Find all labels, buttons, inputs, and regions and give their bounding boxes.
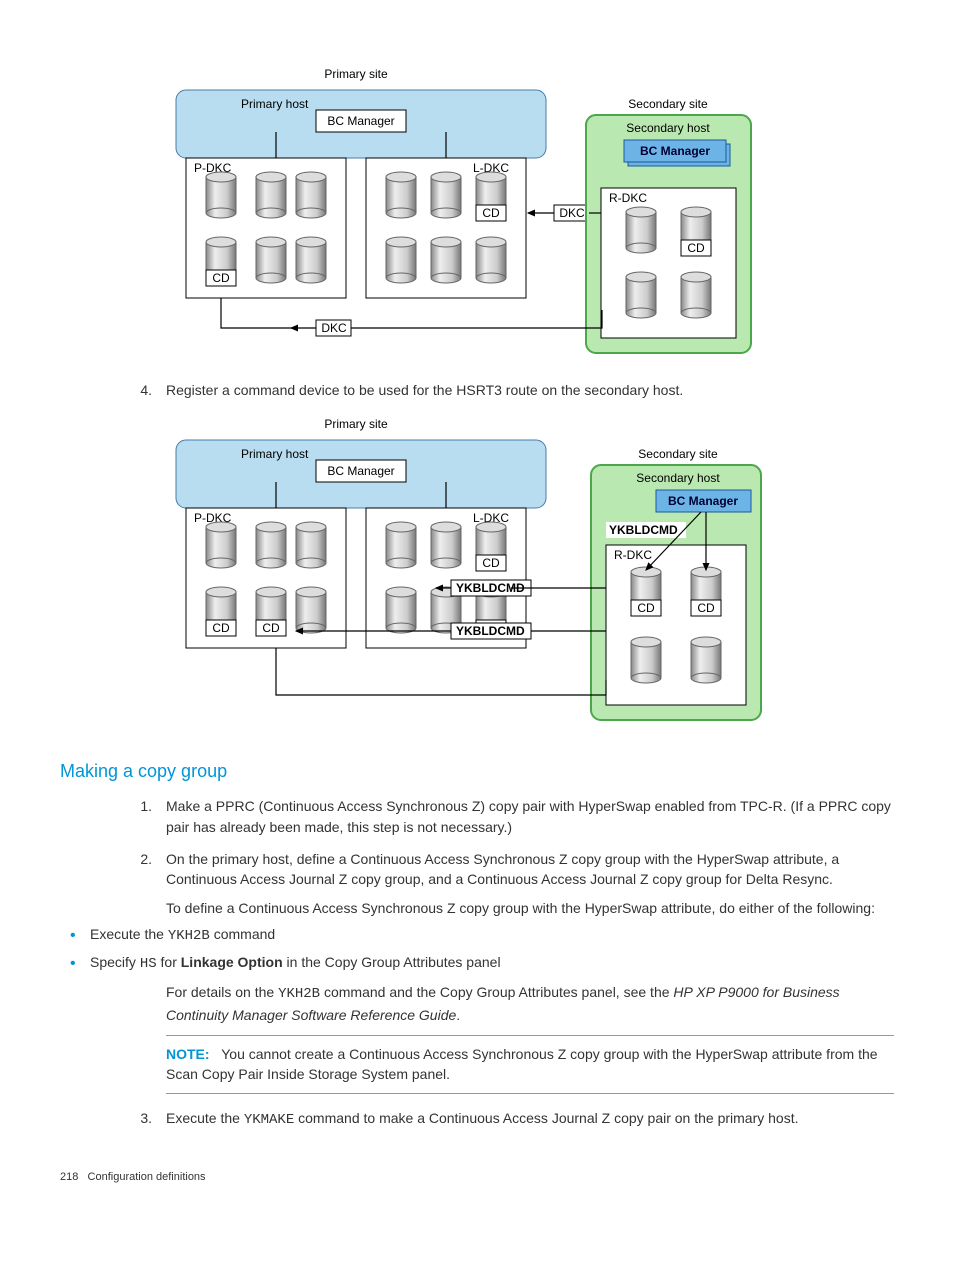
list-item-1: 1. Make a PPRC (Continuous Access Synchr… xyxy=(120,796,894,837)
list-3-text: Execute the YKMAKE command to make a Con… xyxy=(166,1108,894,1130)
note-box: NOTE: You cannot create a Continuous Acc… xyxy=(166,1035,894,1094)
bc-manager-primary: BC Manager xyxy=(327,114,394,128)
list-2-num: 2. xyxy=(120,849,166,890)
secondary-host-label: Secondary host xyxy=(626,121,710,135)
secondary-site-label-2: Secondary site xyxy=(638,447,718,461)
primary-site-label-2: Primary site xyxy=(324,417,388,431)
list-1-text: Make a PPRC (Continuous Access Synchrono… xyxy=(166,796,894,837)
cd-l1: CD xyxy=(482,556,500,570)
section-heading: Making a copy group xyxy=(60,758,894,784)
list-3-num: 3. xyxy=(120,1108,166,1130)
cd-p2: CD xyxy=(262,621,280,635)
step-4: 4. Register a command device to be used … xyxy=(120,380,894,400)
bullet-2: Specify HS for Linkage Option in the Cop… xyxy=(60,952,894,974)
bullet-1: Execute the YKH2B command xyxy=(60,924,894,946)
step-4-text: Register a command device to be used for… xyxy=(166,380,894,400)
rdkc-label: R-DKC xyxy=(609,191,647,205)
bc-manager-primary-2: BC Manager xyxy=(327,464,394,478)
primary-host-label: Primary host xyxy=(241,97,309,111)
step-4-number: 4. xyxy=(120,380,166,400)
secondary-host-label-2: Secondary host xyxy=(636,471,720,485)
figure-2: Primary site Primary host BC Manager P-D… xyxy=(166,410,894,730)
cd-label-3: CD xyxy=(687,241,705,255)
rdkc-label-2: R-DKC xyxy=(614,548,652,562)
bc-manager-secondary: BC Manager xyxy=(640,144,710,158)
list-2-para: To define a Continuous Access Synchronou… xyxy=(166,898,894,918)
diagram-2: Primary site Primary host BC Manager P-D… xyxy=(166,410,766,730)
cd-r2: CD xyxy=(697,601,715,615)
ykbldcmd-3: YKBLDCMD xyxy=(456,624,525,638)
footer-title: Configuration definitions xyxy=(88,1171,206,1183)
list-2-text: On the primary host, define a Continuous… xyxy=(166,849,894,890)
page-number: 218 xyxy=(60,1171,78,1183)
figure-1: Primary site Primary host BC Manager P-D… xyxy=(166,60,894,360)
diagram-1: Primary site Primary host BC Manager P-D… xyxy=(166,60,756,360)
ykbldcmd-1: YKBLDCMD xyxy=(609,523,678,537)
list-item-3: 3. Execute the YKMAKE command to make a … xyxy=(120,1108,894,1130)
details-para: For details on the YKH2B command and the… xyxy=(166,982,894,1025)
bc-manager-secondary-2: BC Manager xyxy=(668,494,738,508)
footer: 218 Configuration definitions xyxy=(60,1170,894,1186)
secondary-site-label: Secondary site xyxy=(628,97,708,111)
cd-label-1: CD xyxy=(212,271,230,285)
dkc-label-2: DKC xyxy=(321,321,347,335)
dkc-label-1: DKC xyxy=(559,206,585,220)
cd-label-2: CD xyxy=(482,206,500,220)
cd-p: CD xyxy=(212,621,230,635)
bullet-list: Execute the YKH2B command Specify HS for… xyxy=(60,924,894,975)
primary-site-label: Primary site xyxy=(324,67,388,81)
cd-r1: CD xyxy=(637,601,655,615)
primary-host-label-2: Primary host xyxy=(241,447,309,461)
list-item-2: 2. On the primary host, define a Continu… xyxy=(120,849,894,890)
note-label: NOTE: xyxy=(166,1046,210,1062)
list-1-num: 1. xyxy=(120,796,166,837)
note-text: You cannot create a Continuous Access Sy… xyxy=(166,1046,878,1082)
